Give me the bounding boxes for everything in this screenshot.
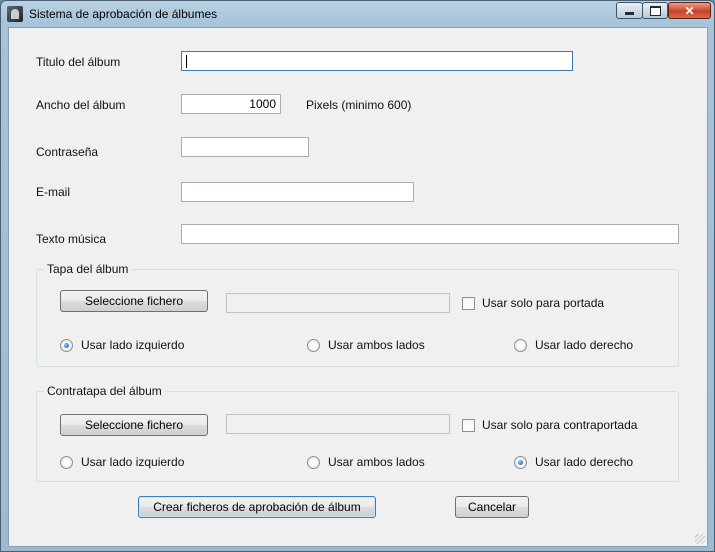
radio-indicator <box>307 338 320 352</box>
back-radio-right-label: Usar lado derecho <box>535 455 634 469</box>
album-width-hint: Pixels (minimo 600) <box>306 98 412 112</box>
front-only-checkbox[interactable]: Usar solo para portada <box>462 296 604 310</box>
minimize-icon <box>625 12 634 15</box>
front-radio-left[interactable]: Usar lado izquierdo <box>60 338 184 352</box>
music-text-label: Texto música <box>36 232 107 246</box>
back-radio-left-label: Usar lado izquierdo <box>81 455 185 469</box>
radio-indicator <box>60 455 73 469</box>
album-title-input[interactable] <box>181 51 573 71</box>
app-icon <box>7 6 23 22</box>
back-file-path-field[interactable] <box>226 414 450 434</box>
maximize-button[interactable] <box>642 2 668 19</box>
email-input[interactable] <box>181 182 414 202</box>
front-only-checkbox-label: Usar solo para portada <box>482 296 605 310</box>
front-radio-both-label: Usar ambos lados <box>328 338 425 352</box>
title-bar[interactable]: Sistema de aprobación de álbumes ✕ <box>1 1 714 27</box>
checkbox-box <box>462 296 475 310</box>
front-radio-right[interactable]: Usar lado derecho <box>514 338 633 352</box>
front-select-file-button[interactable]: Seleccione fichero <box>60 290 208 312</box>
checkbox-box <box>462 418 475 432</box>
back-only-checkbox[interactable]: Usar solo para contraportada <box>462 418 637 432</box>
front-radio-both[interactable]: Usar ambos lados <box>307 338 425 352</box>
back-cover-group-title: Contratapa del álbum <box>44 384 165 398</box>
resize-grip-icon[interactable] <box>695 534 705 544</box>
back-radio-both[interactable]: Usar ambos lados <box>307 455 425 469</box>
radio-indicator <box>307 455 320 469</box>
music-text-input[interactable] <box>181 224 679 244</box>
front-cover-group: Tapa del álbum Seleccione fichero Usar s… <box>36 262 679 367</box>
minimize-button[interactable] <box>616 2 643 19</box>
front-cover-group-title: Tapa del álbum <box>44 262 132 276</box>
back-cover-group: Contratapa del álbum Seleccione fichero … <box>36 384 679 482</box>
album-title-label: Titulo del álbum <box>36 55 121 69</box>
radio-indicator <box>514 338 527 352</box>
radio-indicator <box>514 455 527 469</box>
album-width-input[interactable] <box>181 94 281 114</box>
close-button[interactable]: ✕ <box>668 2 711 19</box>
radio-indicator <box>60 338 73 352</box>
maximize-icon <box>649 5 661 16</box>
back-only-checkbox-label: Usar solo para contraportada <box>482 418 638 432</box>
password-label: Contraseña <box>36 145 99 159</box>
create-approval-files-button[interactable]: Crear ficheros de aprobación de álbum <box>138 496 376 518</box>
album-width-label: Ancho del álbum <box>36 98 126 112</box>
front-radio-left-label: Usar lado izquierdo <box>81 338 185 352</box>
text-caret <box>186 55 187 68</box>
front-file-path-field[interactable] <box>226 293 450 313</box>
front-radio-right-label: Usar lado derecho <box>535 338 634 352</box>
app-window: Sistema de aprobación de álbumes ✕ Titul… <box>0 0 715 552</box>
cancel-button[interactable]: Cancelar <box>455 496 529 518</box>
password-input[interactable] <box>181 137 309 157</box>
email-label: E-mail <box>36 185 71 199</box>
back-select-file-button[interactable]: Seleccione fichero <box>60 414 208 436</box>
back-radio-both-label: Usar ambos lados <box>328 455 425 469</box>
close-icon: ✕ <box>684 3 695 18</box>
form-area: Titulo del álbum Ancho del álbum Pixels … <box>8 27 708 547</box>
back-radio-right[interactable]: Usar lado derecho <box>514 455 633 469</box>
window-title: Sistema de aprobación de álbumes <box>29 7 218 21</box>
back-radio-left[interactable]: Usar lado izquierdo <box>60 455 184 469</box>
